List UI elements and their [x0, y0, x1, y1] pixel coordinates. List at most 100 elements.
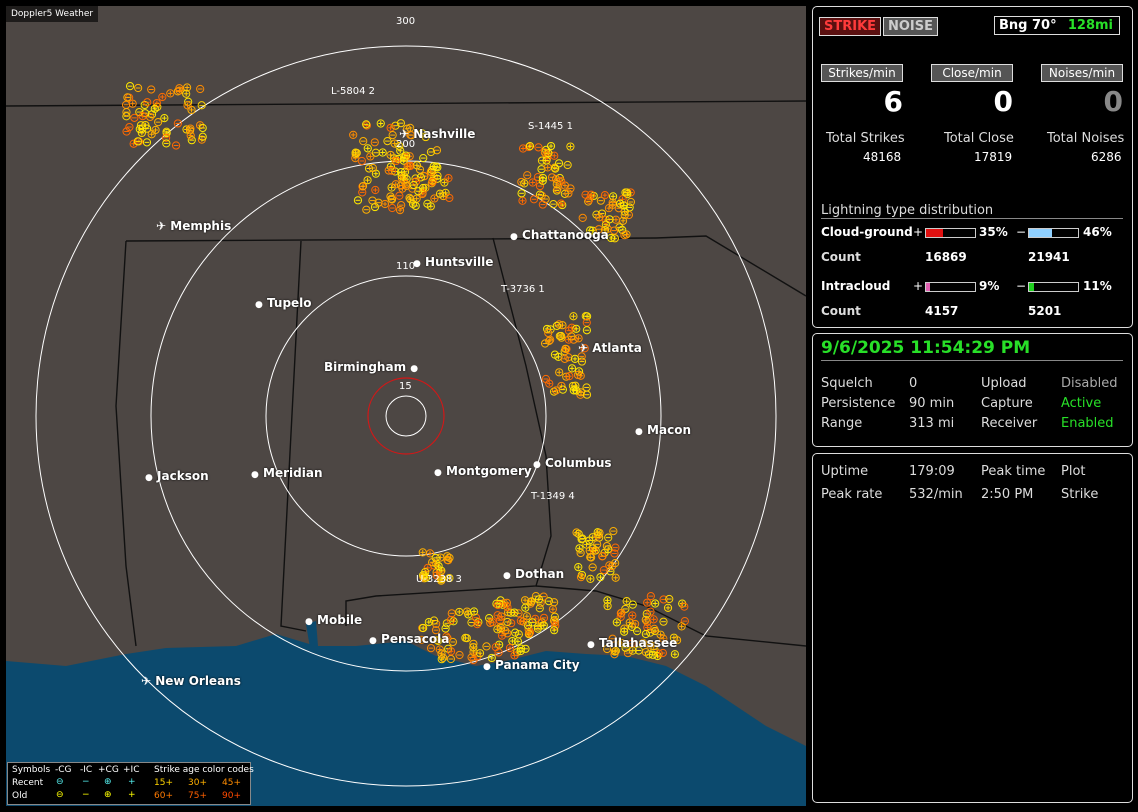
strike-symbol-icon [574, 563, 583, 572]
strike-symbol-icon [582, 326, 591, 335]
receiver-value: Enabled [1061, 416, 1114, 431]
strike-symbol-icon [534, 143, 543, 152]
strike-symbol-icon [419, 153, 428, 163]
strike-symbol-icon [549, 200, 558, 209]
range-label-300: 300 [396, 16, 416, 27]
neg-cg-recent-icon: ⊖ [56, 777, 64, 787]
city-chattanooga: ● Chattanooga [510, 228, 609, 242]
strike-symbol-icon [122, 108, 131, 117]
strike-symbol-icon [555, 368, 564, 377]
storm-cell-label[interactable]: S-1445 1 [528, 121, 573, 132]
total-close-label: Total Close [944, 131, 1014, 146]
strike-symbol-icon [529, 195, 539, 204]
strike-symbol-icon [388, 130, 397, 140]
cg-positive-bar [925, 228, 976, 238]
total-strikes-label: Total Strikes [826, 131, 905, 146]
strike-symbol-icon [349, 130, 358, 140]
strike-symbol-icon [151, 125, 160, 135]
strikes-per-min-value: 6 [883, 85, 903, 118]
peak-time-label: Peak time [981, 464, 1046, 479]
strike-symbol-icon [600, 191, 610, 200]
cg-negative-count: 21941 [1028, 250, 1070, 264]
strike-symbol-icon [166, 89, 175, 98]
city-label: Birmingham [324, 360, 407, 374]
city-mobile: ● Mobile [305, 613, 362, 627]
symbol-legend: Symbols -CG -IC +CG +IC Strike age color… [7, 762, 254, 805]
capture-value: Active [1061, 396, 1102, 411]
map-canvas[interactable] [6, 6, 806, 806]
city-label: Mobile [317, 613, 363, 627]
strike-symbol-icon [122, 112, 131, 121]
strike-symbol-icon [359, 137, 368, 146]
storm-cell-label[interactable]: L-5804 2 [331, 86, 375, 97]
strike-symbol-icon [171, 141, 181, 150]
strike-symbol-icon [566, 142, 575, 151]
city-dot-icon: ● [410, 364, 419, 374]
city-dot-icon: ● [483, 662, 491, 672]
city-huntsville: ● Huntsville [413, 255, 493, 269]
legend-symbols-label: Symbols [12, 765, 51, 775]
cloud-ground-label: Cloud-ground [821, 225, 913, 239]
strike-symbol-icon [142, 138, 152, 147]
city-dot-icon: ● [533, 460, 541, 470]
strike-symbol-icon [596, 573, 605, 582]
cg-positive-count: 16869 [925, 250, 967, 264]
strike-symbol-icon [198, 123, 207, 133]
strike-symbol-icon [610, 226, 619, 235]
squelch-value: 0 [909, 376, 918, 391]
strike-symbol-icon [528, 178, 537, 187]
airport-icon: ✈ [156, 219, 167, 233]
strike-symbol-icon [154, 118, 163, 127]
strike-symbol-icon [380, 199, 390, 209]
noises-per-min-value: 0 [1103, 85, 1123, 118]
city-label: Columbus [545, 456, 612, 470]
strike-symbol-icon [550, 598, 559, 607]
age-75: 75+ [188, 791, 207, 801]
city-label: Dothan [515, 567, 565, 581]
ic-plus-sign: + [913, 279, 924, 293]
strike-symbol-icon [659, 617, 668, 626]
statistics-panel: Uptime 179:09 Peak time Plot Peak rate 5… [812, 453, 1133, 803]
city-dot-icon: ● [251, 470, 259, 480]
neg-ic-recent-icon: − [82, 777, 90, 787]
strike-symbol-icon [444, 174, 453, 183]
ic-positive-count: 4157 [925, 304, 959, 318]
strike-symbol-icon [440, 178, 449, 187]
age-15: 15+ [154, 778, 173, 788]
strike-symbol-icon [523, 171, 532, 180]
age-30: 30+ [188, 778, 207, 788]
city-birmingham: Birmingham ● [324, 360, 418, 374]
range-label-15: 15 [399, 381, 412, 392]
city-label: Chattanooga [522, 228, 609, 242]
strike-symbol-icon [187, 105, 196, 115]
strike-symbol-icon [513, 637, 523, 646]
strike-symbol-icon [147, 85, 156, 94]
close-per-min-label: Close/min [931, 64, 1013, 82]
strike-symbol-icon [535, 604, 544, 613]
city-dot-icon: ● [369, 636, 377, 646]
strike-symbol-icon [588, 563, 597, 572]
bearing-readout: Bng 70° 128mi [994, 16, 1120, 35]
strike-symbol-icon [363, 144, 372, 153]
total-close-value: 17819 [974, 150, 1013, 164]
strike-symbol-icon [569, 312, 578, 321]
peak-rate-value: 532/min [909, 487, 963, 502]
storm-cell-label[interactable]: T-3736 1 [501, 284, 545, 295]
storm-cell-label[interactable]: U-3238 3 [416, 574, 462, 585]
storm-cell-label[interactable]: T-1349 4 [531, 491, 575, 502]
legend-age-title: Strike age color codes [154, 765, 254, 775]
plot-value[interactable]: Strike [1061, 487, 1098, 502]
strike-symbol-icon [158, 92, 167, 102]
city-dot-icon: ● [587, 640, 595, 650]
city-columbus: ● Columbus [533, 456, 612, 470]
lightning-map[interactable]: Doppler5 Weather 300 200 110 15 ✈ Nashvi… [6, 6, 806, 806]
legend-pos-ic: +IC [123, 765, 140, 775]
strike-symbol-icon [371, 148, 380, 157]
cg-minus-sign: − [1016, 225, 1027, 239]
age-45: 45+ [222, 778, 241, 788]
strike-symbol-icon [475, 649, 485, 658]
noise-mode-button[interactable]: NOISE [883, 17, 939, 36]
strike-mode-button[interactable]: STRIKE [819, 17, 882, 36]
ic-negative-count: 5201 [1028, 304, 1062, 318]
strike-symbol-icon [578, 213, 587, 222]
